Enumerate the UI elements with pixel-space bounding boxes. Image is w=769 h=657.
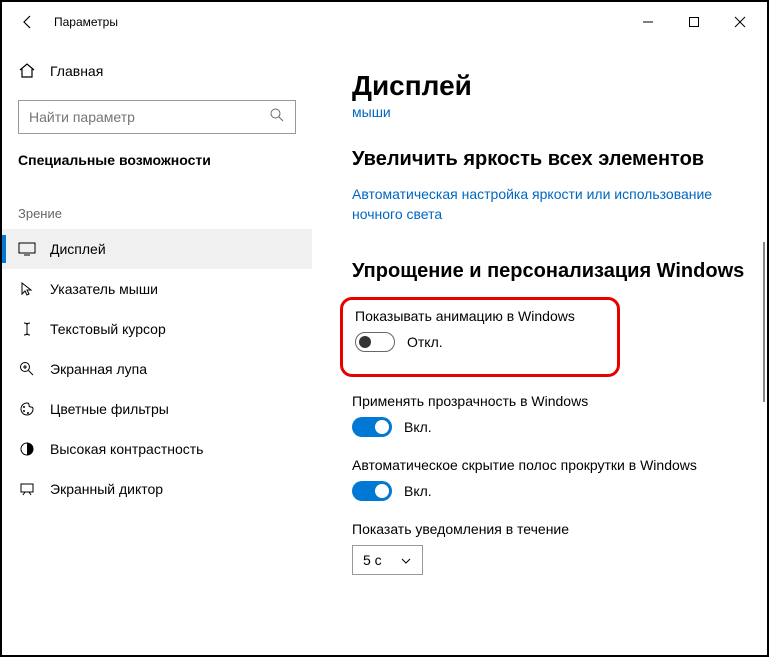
home-label: Главная xyxy=(50,63,103,79)
sidebar-item-narrator[interactable]: Экранный диктор xyxy=(2,469,312,509)
maximize-button[interactable] xyxy=(671,6,717,38)
text-cursor-icon xyxy=(18,320,36,338)
dropdown-value: 5 с xyxy=(363,552,382,568)
brightness-link[interactable]: Автоматическая настройка яркости или исп… xyxy=(352,185,745,224)
titlebar: Параметры xyxy=(2,2,767,42)
window-title: Параметры xyxy=(54,15,625,29)
section-simplify-title: Упрощение и персонализация Windows xyxy=(352,260,745,283)
scrollbar[interactable] xyxy=(763,242,765,402)
toggle-transparency[interactable] xyxy=(352,417,392,437)
toggle-state: Откл. xyxy=(407,334,443,350)
toggle-label-transparency: Применять прозрачность в Windows xyxy=(352,393,745,409)
home-nav-item[interactable]: Главная xyxy=(2,54,312,88)
settings-window: Параметры Главная Специальные возможност… xyxy=(0,0,769,657)
main-panel: Дисплей мыши Увеличить яркость всех элем… xyxy=(312,42,767,655)
content-area: Главная Специальные возможности Зрение Д… xyxy=(2,42,767,655)
sidebar-item-display[interactable]: Дисплей xyxy=(2,229,312,269)
close-button[interactable] xyxy=(717,6,763,38)
search-input[interactable] xyxy=(29,109,269,125)
nav-label: Указатель мыши xyxy=(50,281,158,297)
narrator-icon xyxy=(18,480,36,498)
toggle-animations[interactable] xyxy=(355,332,395,352)
notification-duration-dropdown[interactable]: 5 с xyxy=(352,545,423,575)
display-icon xyxy=(18,240,36,258)
chevron-down-icon xyxy=(400,552,412,568)
palette-icon xyxy=(18,400,36,418)
sidebar: Главная Специальные возможности Зрение Д… xyxy=(2,42,312,655)
nav-label: Экранная лупа xyxy=(50,361,147,377)
nav-label: Цветные фильтры xyxy=(50,401,169,417)
toggle-scrollbars[interactable] xyxy=(352,481,392,501)
nav-label: Высокая контрастность xyxy=(50,441,203,457)
truncated-link[interactable]: мыши xyxy=(352,104,745,120)
toggle-state: Вкл. xyxy=(404,419,432,435)
sidebar-item-color-filters[interactable]: Цветные фильтры xyxy=(2,389,312,429)
toggle-label-scrollbars: Автоматическое скрытие полос прокрутки в… xyxy=(352,457,745,473)
cursor-icon xyxy=(18,280,36,298)
nav-label: Дисплей xyxy=(50,241,106,257)
highlight-annotation: Показывать анимацию в Windows Откл. xyxy=(340,297,620,377)
toggle-state: Вкл. xyxy=(404,483,432,499)
sidebar-item-high-contrast[interactable]: Высокая контрастность xyxy=(2,429,312,469)
home-icon xyxy=(18,62,36,80)
sidebar-item-mouse-pointer[interactable]: Указатель мыши xyxy=(2,269,312,309)
category-label: Специальные возможности xyxy=(2,152,312,186)
section-brightness-title: Увеличить яркость всех элементов xyxy=(352,148,745,171)
back-button[interactable] xyxy=(10,4,46,40)
contrast-icon xyxy=(18,440,36,458)
page-title: Дисплей xyxy=(352,70,745,102)
window-controls xyxy=(625,6,763,38)
search-box[interactable] xyxy=(18,100,296,134)
sidebar-item-text-cursor[interactable]: Текстовый курсор xyxy=(2,309,312,349)
minimize-button[interactable] xyxy=(625,6,671,38)
group-label: Зрение xyxy=(2,186,312,229)
nav-label: Экранный диктор xyxy=(50,481,163,497)
sidebar-item-magnifier[interactable]: Экранная лупа xyxy=(2,349,312,389)
toggle-label-animations: Показывать анимацию в Windows xyxy=(355,308,605,324)
search-icon xyxy=(269,107,285,128)
magnifier-icon xyxy=(18,360,36,378)
notification-duration-label: Показать уведомления в течение xyxy=(352,521,745,537)
nav-label: Текстовый курсор xyxy=(50,321,166,337)
